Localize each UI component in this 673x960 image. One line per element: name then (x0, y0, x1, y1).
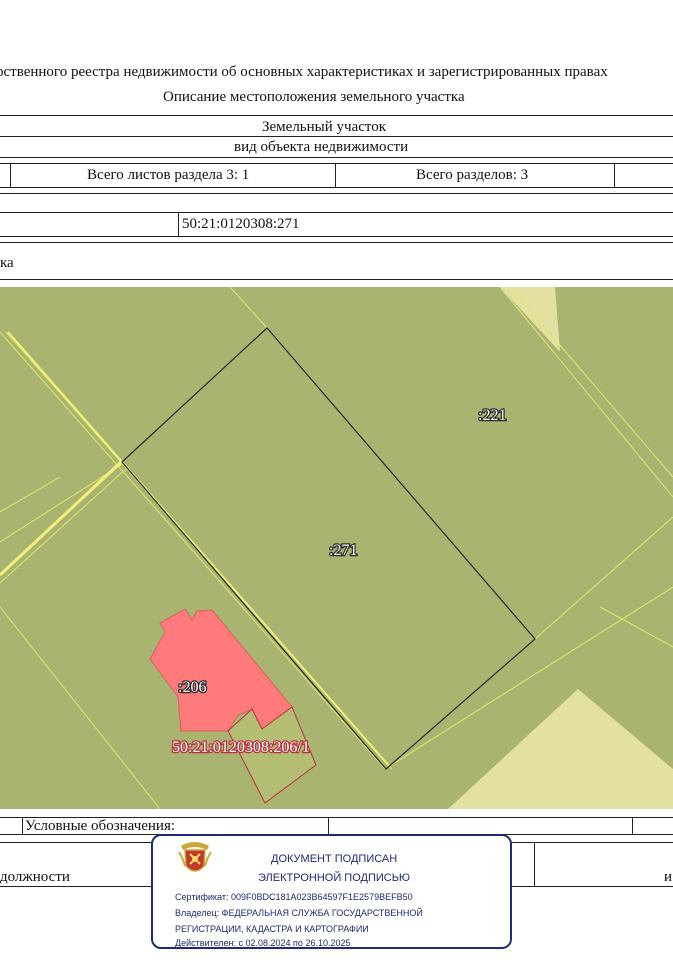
stamp-validity: Действителен: с 02.08.2024 по 26.10.2025 (175, 938, 351, 948)
sheets-count: Всего листов раздела 3: 1 (87, 167, 250, 183)
object-name: Земельный участок (262, 119, 387, 135)
cadastral-map: :221 :271 :206 50:21:0120308:206/1 (0, 287, 673, 809)
label-parcel-271: :271 (329, 542, 357, 559)
table-border-8 (0, 236, 673, 237)
stamp-owner-1: Владелец: ФЕДЕРАЛЬНАЯ СЛУЖБА ГОСУДАРСТВЕ… (175, 908, 423, 918)
label-parcel-221: :221 (478, 407, 506, 424)
legend-divider-1 (22, 817, 23, 834)
table-border-5 (0, 187, 673, 188)
table-border-4 (0, 163, 673, 164)
table-border-3 (0, 157, 673, 158)
stamp-owner-2: РЕГИСТРАЦИИ, КАДАСТРА И КАРТОГРАФИИ (175, 924, 369, 934)
signature-stamp: ДОКУМЕНТ ПОДПИСАН ЭЛЕКТРОННОЙ ПОДПИСЬЮ С… (151, 834, 512, 949)
emblem-icon (178, 842, 212, 872)
legend-divider-2 (328, 817, 329, 834)
table-border-2 (0, 136, 673, 137)
cadastral-number: 50:21:0120308:271 (182, 216, 300, 232)
stamp-title-1: ДОКУМЕНТ ПОДПИСАН (271, 853, 398, 865)
label-parcel-206: :206 (178, 679, 206, 696)
table-divider-1 (10, 163, 11, 187)
table-border-6 (0, 193, 673, 194)
table-divider-3 (614, 163, 615, 187)
table-divider-4 (178, 212, 179, 236)
stamp-certificate: Сертификат: 009F0BDC181A023B64597F1E2579… (175, 892, 413, 902)
table-border-1 (0, 115, 673, 116)
object-kind-caption: вид объекта недвижимости (234, 139, 409, 155)
header-line-1: рственного реестра недвижимости об основ… (0, 64, 608, 80)
legend-caption: Условные обозначения: (25, 818, 176, 834)
footer-divider (534, 842, 535, 886)
label-part-206-1: 50:21:0120308:206/1 (172, 739, 310, 756)
sections-count: Всего разделов: 3 (416, 167, 529, 183)
legend-divider-3 (632, 817, 633, 834)
footer-right: и (664, 869, 673, 885)
stamp-title-2: ЭЛЕКТРОННОЙ ПОДПИСЬЮ (258, 872, 411, 884)
table-border-7 (0, 212, 673, 213)
table-border-10 (0, 279, 673, 280)
table-border-9 (0, 242, 673, 243)
table-divider-2 (335, 163, 336, 187)
footer-position: должности (0, 869, 70, 885)
plan-caption: ка (0, 255, 14, 271)
header-line-2: Описание местоположения земельного участ… (163, 89, 465, 105)
